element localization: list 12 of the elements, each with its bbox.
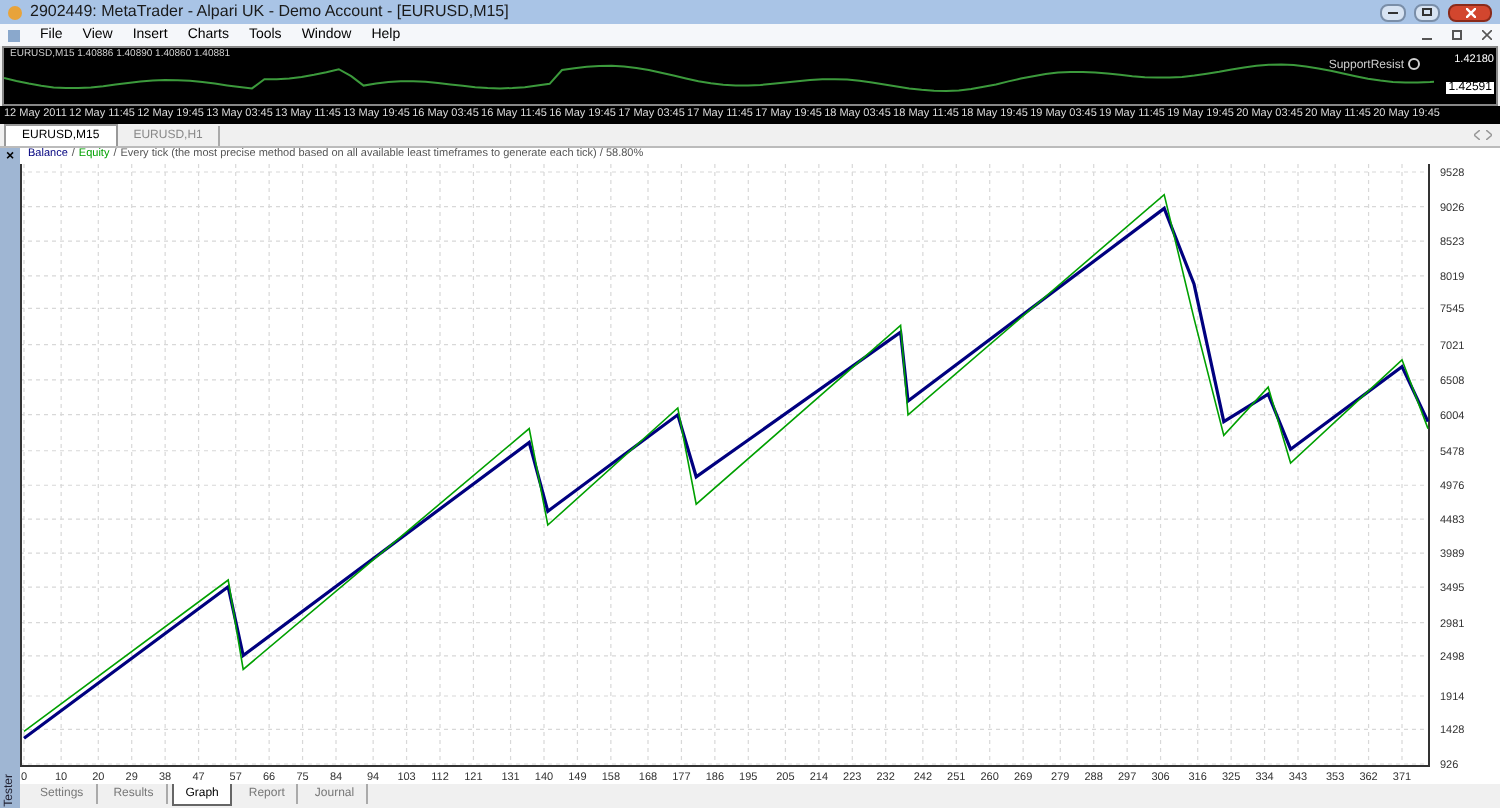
document-icon <box>8 29 20 41</box>
app-icon <box>8 5 22 19</box>
window-title: 2902449: MetaTrader - Alpari UK - Demo Account - [EURUSD,M15] <box>30 4 509 20</box>
indicator-icon <box>1408 58 1420 70</box>
close-icon <box>1465 7 1475 17</box>
maximize-icon <box>1422 8 1432 16</box>
restore-icon[interactable] <box>1452 30 1462 40</box>
minimize-icon <box>1388 11 1398 13</box>
maximize-button[interactable] <box>1414 3 1440 21</box>
minimize-button[interactable] <box>1380 3 1406 21</box>
close-icon[interactable] <box>1482 30 1492 40</box>
close-button[interactable] <box>1448 3 1492 21</box>
